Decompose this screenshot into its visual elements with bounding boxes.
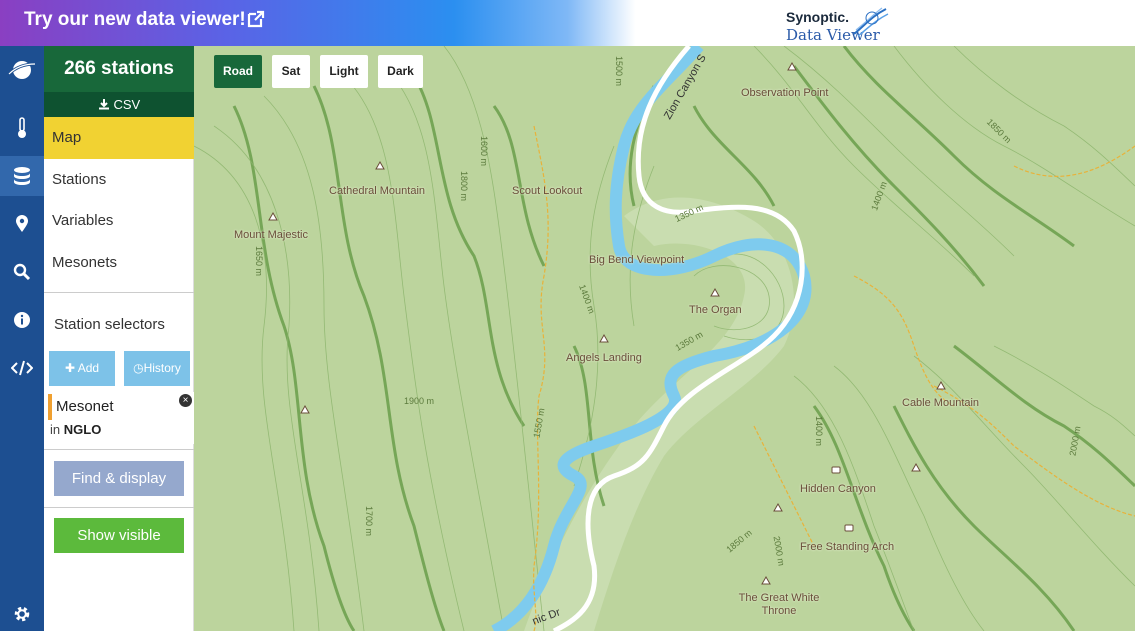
place-angels-landing: Angels Landing (566, 352, 642, 364)
promo-text[interactable]: Try our new data viewer! (24, 9, 246, 31)
gear-icon[interactable] (0, 594, 44, 634)
search-icon[interactable] (0, 252, 44, 292)
add-label: Add (77, 361, 100, 375)
maptype-road-button[interactable]: Road (214, 55, 262, 88)
info-icon[interactable] (0, 300, 44, 340)
plus-icon: ✚ (64, 361, 78, 375)
find-display-button[interactable]: Find & display (54, 461, 184, 496)
maptype-dark-button[interactable]: Dark (378, 55, 423, 88)
place-observation-point: Observation Point (741, 87, 829, 99)
side-panel: 266 stations CSV Map Stations Variables … (44, 46, 194, 631)
station-count: 266 stations (44, 46, 194, 92)
remove-chip-icon[interactable]: × (179, 394, 192, 407)
thermometer-icon[interactable] (0, 108, 44, 148)
place-great-white-throne: The Great White Throne (738, 592, 820, 617)
nav-map[interactable]: Map (44, 117, 194, 159)
place-cable-mountain: Cable Mountain (902, 397, 980, 409)
place-free-standing-arch: Free Standing Arch (800, 541, 895, 553)
history-icon: ◷ (133, 361, 144, 375)
logo-line1: Synoptic. (786, 9, 850, 25)
promo-banner[interactable]: Try our new data viewer! Synoptic. Data … (0, 0, 1135, 46)
elev-label: 1900 m (404, 396, 435, 406)
place-cathedral-mountain: Cathedral Mountain (329, 185, 426, 197)
maptype-sat-button[interactable]: Sat (272, 55, 310, 88)
chip-name: Mesonet (56, 398, 114, 415)
station-selectors-title: Station selectors (54, 316, 165, 333)
elev-label: 1600 m (479, 135, 490, 167)
place-scout-lookout: Scout Lookout (512, 185, 583, 197)
show-visible-button[interactable]: Show visible (54, 518, 184, 553)
elev-label: 1500 m (614, 55, 625, 87)
download-icon (98, 99, 109, 110)
nav-mesonets[interactable]: Mesonets (44, 242, 194, 284)
nav-stations[interactable]: Stations (44, 159, 194, 201)
chip-subtitle: in NGLO (50, 422, 101, 437)
divider (44, 449, 194, 450)
chip-value: NGLO (63, 422, 102, 437)
chip-accent (48, 394, 52, 420)
divider (44, 507, 194, 508)
code-icon[interactable] (0, 348, 44, 388)
nav-variables[interactable]: Variables (44, 200, 194, 242)
map-view[interactable]: Road Sat Light Dark Observation Point Ca… (194, 46, 1135, 631)
place-the-organ: The Organ (689, 304, 742, 316)
globe-icon[interactable] (0, 50, 44, 90)
elev-label: 1700 m (364, 505, 375, 537)
place-hidden-canyon: Hidden Canyon (800, 483, 876, 495)
divider (44, 292, 194, 293)
logo-swirl-icon (853, 7, 889, 37)
synoptic-logo: Synoptic. Data Viewer (770, 6, 900, 44)
history-button[interactable]: ◷History (124, 351, 190, 386)
map-marker-icon[interactable] (0, 204, 44, 244)
csv-label: CSV (113, 97, 141, 112)
elev-label: 1800 m (459, 170, 470, 202)
icon-sidebar (0, 46, 44, 631)
maptype-light-button[interactable]: Light (320, 55, 368, 88)
database-icon[interactable] (0, 156, 44, 196)
history-label: History (143, 361, 181, 375)
elev-label: 1650 m (254, 245, 265, 277)
elev-label: 1400 m (814, 415, 825, 447)
add-selector-button[interactable]: ✚ Add (49, 351, 115, 386)
csv-download-button[interactable]: CSV (44, 92, 194, 117)
selector-chip: Mesonet in NGLO × (46, 392, 194, 444)
place-mount-majestic: Mount Majestic (234, 229, 308, 241)
chip-in: in (50, 422, 61, 437)
place-big-bend-viewpoint: Big Bend Viewpoint (589, 254, 685, 266)
external-link-icon[interactable] (246, 9, 266, 29)
